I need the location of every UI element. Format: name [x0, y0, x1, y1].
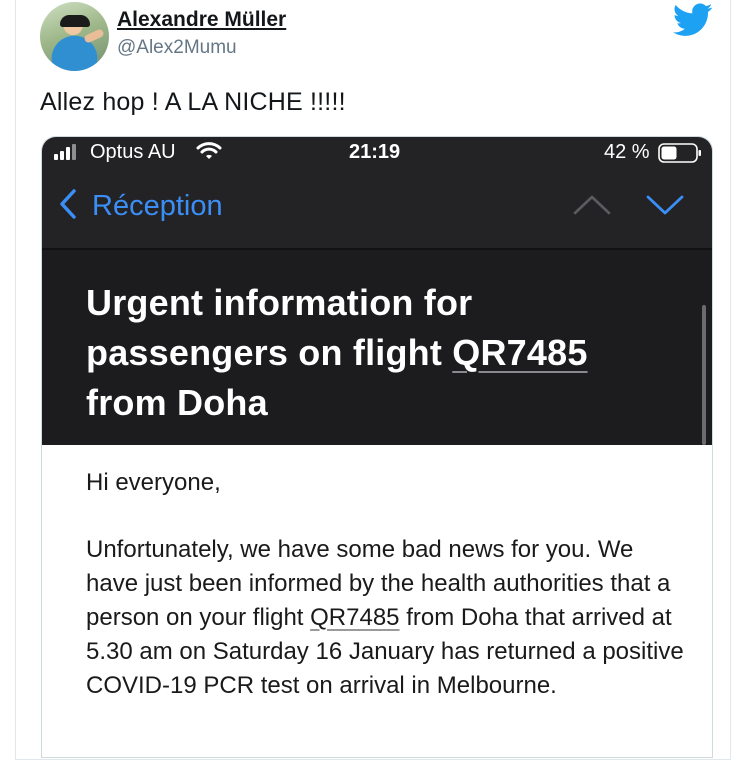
avatar[interactable] [40, 2, 109, 71]
cellular-signal-icon [54, 144, 78, 160]
email-body: Hi everyone, Unfortunately, we have some… [42, 445, 712, 757]
twitter-bird-icon[interactable] [673, 3, 713, 37]
phone-status-bar: Optus AU 21:19 42 % [42, 137, 712, 168]
tweet-text: Allez hop ! A LA NICHE !!!!! [40, 88, 346, 116]
wifi-icon [196, 142, 222, 159]
back-chevron-icon[interactable] [58, 188, 78, 220]
email-message: Unfortunately, we have some bad news for… [86, 536, 684, 699]
battery-percentage: 42 % [604, 141, 650, 163]
avatar-cap [60, 15, 90, 27]
previous-message-chevron-up-icon[interactable] [572, 194, 612, 216]
carrier-name: Optus AU [90, 141, 176, 163]
email-subject-header: Urgent information for passengers on flig… [42, 250, 712, 445]
scroll-indicator [702, 305, 706, 445]
body-flight-link[interactable]: QR7485 [310, 604, 399, 631]
tweet-media-screenshot[interactable]: Optus AU 21:19 42 % Réception Urgent inf… [42, 137, 712, 757]
email-greeting: Hi everyone, [86, 469, 221, 496]
author-handle[interactable]: @Alex2Mumu [117, 37, 237, 59]
subject-flight-link[interactable]: QR7485 [452, 332, 587, 373]
battery-icon [658, 143, 701, 163]
mail-navigation-bar: Réception [42, 168, 712, 248]
status-time: 21:19 [349, 141, 401, 163]
next-message-chevron-down-icon[interactable] [645, 194, 685, 216]
email-subject: Urgent information for passengers on flig… [86, 282, 588, 423]
avatar-arm [83, 28, 105, 44]
author-display-name[interactable]: Alexandre Müller [117, 8, 286, 32]
back-to-inbox-button[interactable]: Réception [92, 190, 223, 223]
